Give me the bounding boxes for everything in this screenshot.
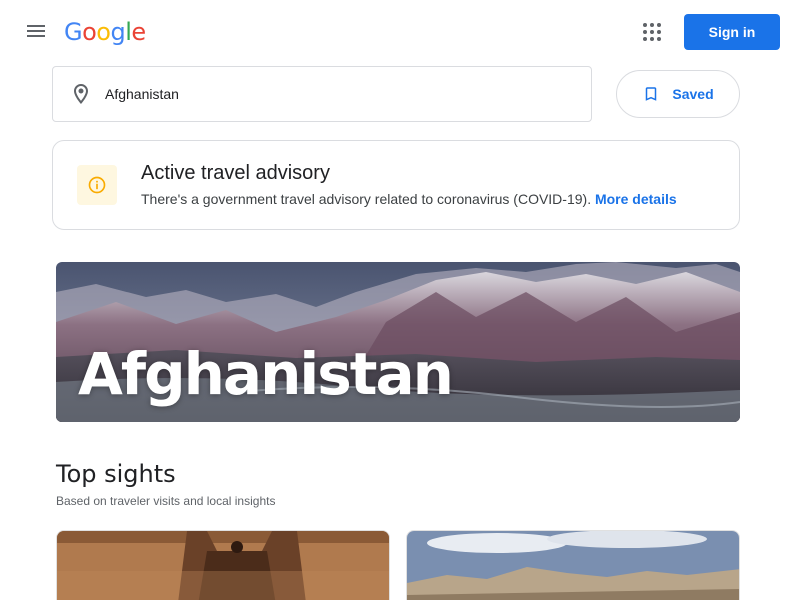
apps-grid-icon bbox=[643, 23, 647, 27]
destination-title: Afghanistan bbox=[78, 340, 454, 408]
lake-landscape-image bbox=[407, 531, 739, 600]
top-sights-heading: Top sights bbox=[56, 460, 176, 488]
travel-page: Google Sign in Saved Active travel advis bbox=[0, 0, 800, 600]
travel-advisory-card: Active travel advisory There's a governm… bbox=[52, 140, 740, 230]
more-details-link[interactable]: More details bbox=[595, 191, 677, 207]
top-bar: Google Sign in bbox=[0, 0, 800, 64]
logo-letter: o bbox=[82, 18, 97, 46]
location-pin-icon bbox=[74, 84, 88, 104]
saved-label: Saved bbox=[672, 86, 714, 102]
advisory-icon-box bbox=[77, 165, 117, 205]
saved-button[interactable]: Saved bbox=[616, 70, 740, 118]
advisory-message: There's a government travel advisory rel… bbox=[141, 191, 592, 207]
cliff-statue-image bbox=[57, 531, 389, 600]
advisory-title: Active travel advisory bbox=[141, 162, 330, 184]
google-logo[interactable]: Google bbox=[64, 18, 146, 46]
info-icon bbox=[88, 176, 106, 194]
logo-letter: G bbox=[64, 18, 83, 46]
destination-search-input[interactable] bbox=[105, 86, 555, 102]
bookmark-icon bbox=[646, 87, 657, 101]
logo-letter: e bbox=[131, 18, 146, 46]
advisory-text-line: There's a government travel advisory rel… bbox=[141, 191, 677, 207]
sign-in-button[interactable]: Sign in bbox=[684, 14, 780, 50]
destination-hero-image: Afghanistan bbox=[56, 262, 740, 422]
sight-card[interactable] bbox=[56, 530, 390, 600]
destination-search-box[interactable] bbox=[52, 66, 592, 122]
hamburger-menu-icon bbox=[27, 25, 45, 27]
main-menu-button[interactable] bbox=[24, 20, 48, 44]
sight-card[interactable] bbox=[406, 530, 740, 600]
top-sights-subtitle: Based on traveler visits and local insig… bbox=[56, 494, 276, 508]
logo-letter: o bbox=[96, 18, 111, 46]
google-apps-button[interactable] bbox=[641, 21, 663, 43]
logo-letter: g bbox=[110, 18, 126, 46]
